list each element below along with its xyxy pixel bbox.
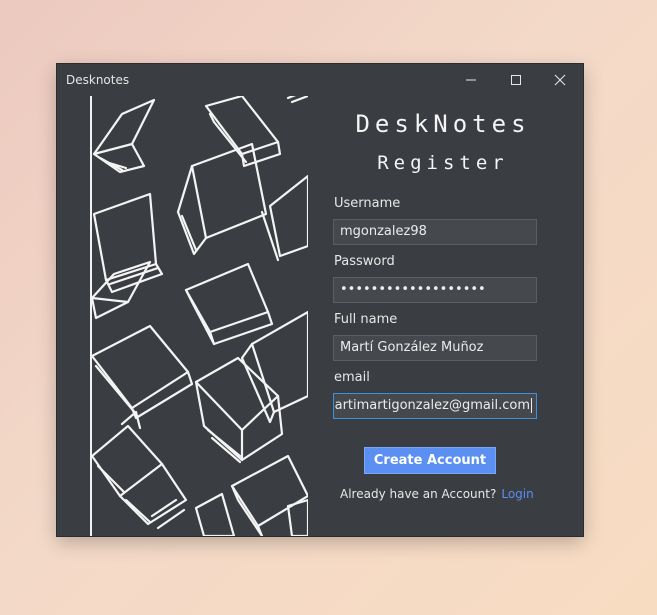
username-input[interactable]: mgonzalez98 <box>333 219 537 245</box>
maximize-icon <box>511 75 521 85</box>
page-subtitle: Register <box>377 152 509 174</box>
login-link[interactable]: Login <box>501 487 533 501</box>
login-prompt-text: Already have an Account? <box>340 487 497 501</box>
email-label: email <box>334 370 370 385</box>
password-label: Password <box>334 254 395 269</box>
password-value: ••••••••••••••••••• <box>340 282 486 297</box>
fullname-input[interactable]: Martí González Muñoz <box>333 335 537 361</box>
minimize-button[interactable] <box>449 64 493 96</box>
close-button[interactable] <box>538 64 582 96</box>
email-value: martimartigonzalez@gmail.com <box>333 398 530 413</box>
create-account-button[interactable]: Create Account <box>364 447 496 474</box>
fullname-value: Martí González Muñoz <box>340 340 484 355</box>
username-label: Username <box>334 196 401 211</box>
login-prompt: Already have an Account? Login <box>340 487 534 501</box>
books-pattern-image <box>92 96 308 536</box>
fullname-label: Full name <box>334 312 398 327</box>
window-title: Desknotes <box>66 73 130 87</box>
minimize-icon <box>466 79 476 81</box>
register-window: Desknotes DeskNotes Register Username mg… <box>57 64 583 536</box>
password-input[interactable]: ••••••••••••••••••• <box>333 277 537 303</box>
title-bar[interactable]: Desknotes <box>57 64 583 96</box>
close-icon <box>554 74 566 86</box>
email-text-wrap: martimartigonzalez@gmail.com <box>333 394 532 418</box>
text-caret <box>531 398 532 413</box>
email-input[interactable]: martimartigonzalez@gmail.com <box>333 393 537 419</box>
app-title: DeskNotes <box>355 110 531 138</box>
books-illustration <box>90 96 308 536</box>
maximize-button[interactable] <box>494 64 538 96</box>
username-value: mgonzalez98 <box>340 224 427 239</box>
